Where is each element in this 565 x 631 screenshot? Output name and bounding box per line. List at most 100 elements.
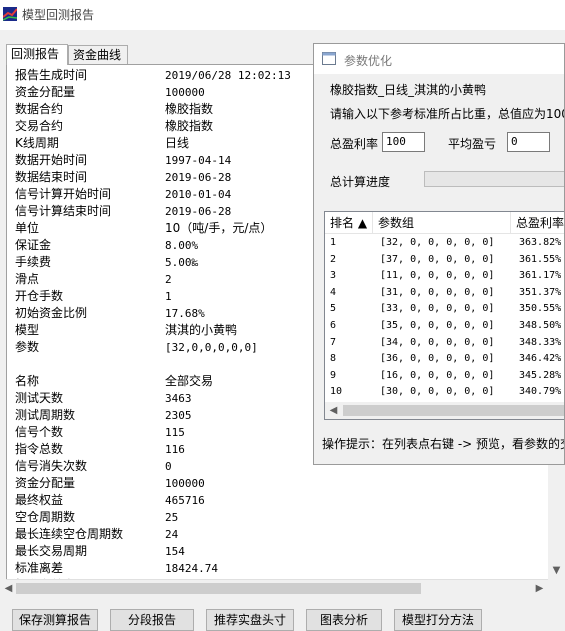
save-report-button[interactable]: 保存测算报告 [12,609,98,631]
report-field-value: 2305 [165,409,192,422]
report-field-value: 2019-06-28 [165,205,232,218]
operation-hint: 操作提示：在列表点右键 -> 预览，看参数的交易 [322,437,565,451]
report-field-value: 116 [165,443,185,456]
model-scoring-button[interactable]: 模型打分方法 [394,609,482,631]
report-field-value: 100000 [165,477,205,490]
params-cell: [33, 0, 0, 0, 0, 0] [380,303,495,315]
scroll-left-icon[interactable]: ◀ [0,580,17,597]
scroll-right-icon[interactable]: ▶ [531,580,548,597]
report-field-value: 10（吨/手，元/点） [165,221,273,235]
list-item[interactable]: 5 [33, 0, 0, 0, 0, 0] 350.55% [325,301,564,317]
dialog-subtitle: 橡胶指数_日线_淇淇的小黄鸭 [330,83,487,97]
report-field-label: 初始资金比例 [15,306,88,320]
report-field-label: 空仓周期数 [15,510,76,524]
report-field-label: K线周期 [15,136,59,150]
report-field-value: 17.68% [165,307,205,320]
progress-bar [424,171,564,187]
dialog-title: 参数优化 [344,54,393,68]
report-field-value: [32,0,0,0,0,0] [165,341,258,354]
scroll-left-icon[interactable]: ◀ [325,402,342,419]
rank-cell: 7 [330,336,337,348]
list-item[interactable]: 1 [32, 0, 0, 0, 0, 0] 363.82% [325,235,564,251]
report-field-label: 最长交易周期 [15,544,88,558]
dialog-titlebar: 参数优化 [314,44,564,74]
report-field-label: 信号消失次数 [15,459,88,473]
report-field-value: 154 [165,545,185,558]
rank-cell: 8 [330,353,337,365]
column-params[interactable]: 参数组 [373,212,511,234]
report-field-value: 1 [165,290,172,303]
chart-analysis-button[interactable]: 图表分析 [306,609,382,631]
scroll-down-icon[interactable]: ▼ [548,562,565,579]
report-field-label: 测试周期数 [15,408,76,422]
profit-cell: 345.28% [519,369,562,381]
report-field-label: 开仓手数 [15,289,64,303]
tab-backtest-report[interactable]: 回测报告 [6,44,68,65]
window-titlebar: 模型回测报告 [0,0,565,30]
params-cell: [37, 0, 0, 0, 0, 0] [380,253,495,265]
params-cell: [30, 0, 0, 0, 0, 0] [380,386,495,398]
report-horizontal-scrollbar[interactable]: ◀ ▶ [5,579,548,597]
report-field-value: 25 [165,511,179,524]
rank-cell: 6 [330,320,337,331]
params-cell: [35, 0, 0, 0, 0, 0] [380,320,495,331]
list-item[interactable]: 9 [16, 0, 0, 0, 0, 0] 345.28% [325,368,564,384]
list-scrollbar-thumb[interactable] [343,405,564,416]
scrollbar-thumb[interactable] [16,583,421,594]
profit-cell: 361.17% [519,270,562,282]
report-field-label: 资金分配量 [15,476,76,490]
report-field-label: 报告生成时间 [15,68,88,82]
rank-cell: 9 [330,369,337,381]
params-cell: [32, 0, 0, 0, 0, 0] [380,237,495,248]
report-field-value: 0 [165,460,172,473]
report-field-value: 100000 [165,86,205,99]
column-rank[interactable]: 排名 ▲ [325,212,373,234]
recommend-position-button[interactable]: 推荐实盘头寸 [206,609,294,631]
report-field-value: 2019-06-28 [165,171,232,184]
profit-cell: 363.82% [519,237,562,248]
avg-profit-label: 平均盈亏 [448,137,497,151]
report-field-value: 18424.74 [165,562,218,575]
report-field-label: 信号计算开始时间 [15,187,112,201]
total-profit-input[interactable]: 100 [382,132,425,152]
report-field-value: 淇淇的小黄鸭 [165,323,238,337]
report-field-value: 橡胶指数 [165,102,214,116]
list-item[interactable]: 7 [34, 0, 0, 0, 0, 0] 348.33% [325,335,564,351]
profit-cell: 351.37% [519,286,562,298]
report-field-value: 3463 [165,392,192,405]
list-horizontal-scrollbar[interactable]: ◀ [325,402,564,419]
dialog-instruction: 请输入以下参考标准所占比重，总值应为100 [330,107,565,121]
report-field-value: 2 [165,273,172,286]
params-cell: [11, 0, 0, 0, 0, 0] [380,270,495,282]
params-cell: [36, 0, 0, 0, 0, 0] [380,353,495,365]
list-item[interactable]: 8 [36, 0, 0, 0, 0, 0] 346.42% [325,351,564,367]
report-field-label: 资金分配量 [15,85,76,99]
report-field-label: 数据结束时间 [15,170,88,184]
column-total-profit[interactable]: 总盈利率 [511,212,564,234]
list-item[interactable]: 6 [35, 0, 0, 0, 0, 0] 348.50% [325,318,564,334]
report-field-label: 数据开始时间 [15,153,88,167]
report-field-value: 日线 [165,136,190,150]
report-field-label: 参数 [15,340,40,354]
report-field-label: 测试天数 [15,391,64,405]
profit-cell: 348.50% [519,320,562,331]
rank-cell: 1 [330,237,337,248]
profit-cell: 346.42% [519,353,562,365]
report-field-label: 最终权益 [15,493,64,507]
results-list[interactable]: 排名 ▲ 参数组 总盈利率 1 [32, 0, 0, 0, 0, 0] 363.82… [324,211,564,420]
report-field-label: 指令总数 [15,442,64,456]
report-field-value: 全部交易 [165,374,214,388]
list-item[interactable]: 2 [37, 0, 0, 0, 0, 0] 361.55% [325,252,564,268]
report-field-label: 单位 [15,221,40,235]
report-field-label: 交易合约 [15,119,64,133]
list-item[interactable]: 4 [31, 0, 0, 0, 0, 0] 351.37% [325,285,564,301]
report-field-label: 模型 [15,323,40,337]
list-item[interactable]: 3 [11, 0, 0, 0, 0, 0] 361.17% [325,268,564,284]
avg-profit-input[interactable]: 0 [507,132,550,152]
segment-report-button[interactable]: 分段报告 [110,609,194,631]
app-logo-icon [3,7,17,21]
tab-equity-curve[interactable]: 资金曲线 [68,45,128,64]
list-item[interactable]: 10 [30, 0, 0, 0, 0, 0] 340.79% [325,384,564,400]
report-field-label: 标准离差 [15,561,64,575]
rank-cell: 3 [330,270,337,282]
